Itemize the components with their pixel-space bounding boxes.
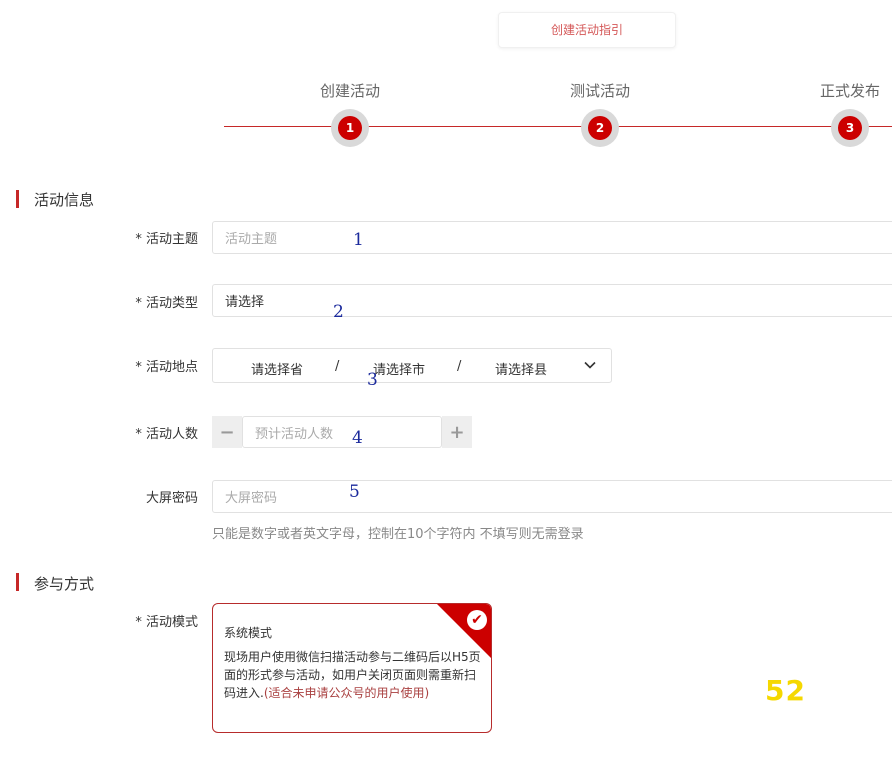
province-select[interactable]: 请选择省 [251, 359, 303, 378]
section-info-bar [16, 190, 19, 208]
password-placeholder: 大屏密码 [225, 491, 278, 506]
marker-1: 1 [353, 230, 364, 250]
plus-button[interactable]: + [442, 416, 472, 448]
minus-button[interactable]: − [212, 416, 242, 448]
count-input[interactable]: 预计活动人数 [242, 416, 442, 448]
count-placeholder: 预计活动人数 [255, 426, 334, 442]
marker-5: 5 [349, 482, 360, 502]
chevron-down-icon[interactable] [583, 358, 597, 376]
guide-button[interactable]: 创建活动指引 [498, 12, 676, 48]
marker-4: 4 [352, 428, 363, 448]
mode-desc-highlight: (适合未申请公众号的用户使用) [263, 686, 430, 700]
mode-card-title: 系统模式 [224, 626, 273, 640]
watermark-logo: 52 [765, 674, 806, 707]
step-1-label: 创建活动 [319, 82, 380, 100]
theme-input[interactable]: 活动主题 [212, 221, 892, 254]
location-cascader[interactable]: 请选择省 / 请选择市 / 请选择县 [212, 348, 612, 383]
step-line [224, 126, 892, 127]
location-label: * 活动地点 [135, 360, 198, 375]
step-3-label: 正式发布 [819, 82, 880, 100]
type-label: * 活动类型 [135, 296, 198, 311]
password-hint: 只能是数字或者英文字母，控制在10个字符内 不填写则无需登录 [212, 527, 584, 542]
step-3-number: 3 [838, 116, 862, 140]
count-label: * 活动人数 [135, 427, 198, 442]
mode-card-description: 现场用户使用微信扫描活动参与二维码后以H5页面的形式参与活动，如用户关闭页面则需… [224, 648, 486, 702]
password-label: 大屏密码 [145, 491, 198, 506]
password-input[interactable]: 大屏密码 [212, 480, 892, 513]
theme-label: * 活动主题 [135, 232, 198, 247]
step-2-indicator: 2 [581, 109, 619, 147]
step-1-number: 1 [338, 116, 362, 140]
step-1-indicator: 1 [331, 109, 369, 147]
section-join-bar [16, 573, 19, 591]
section-join-title: 参与方式 [34, 575, 95, 593]
marker-3: 3 [367, 370, 378, 390]
type-select[interactable]: 请选择 [212, 284, 892, 317]
step-3-indicator: 3 [831, 109, 869, 147]
theme-placeholder: 活动主题 [225, 232, 278, 247]
separator-1: / [335, 359, 340, 374]
step-2-label: 测试活动 [569, 82, 630, 100]
marker-2: 2 [333, 302, 344, 322]
county-select[interactable]: 请选择县 [495, 359, 547, 378]
section-info-title: 活动信息 [34, 191, 95, 209]
check-icon: ✔ [467, 610, 487, 630]
type-value: 请选择 [225, 295, 265, 310]
mode-label: * 活动模式 [135, 615, 198, 630]
system-mode-card[interactable]: ✔ 系统模式 现场用户使用微信扫描活动参与二维码后以H5页面的形式参与活动，如用… [212, 603, 492, 733]
separator-2: / [457, 359, 462, 374]
step-2-number: 2 [588, 116, 612, 140]
city-select[interactable]: 请选择市 [373, 359, 425, 378]
